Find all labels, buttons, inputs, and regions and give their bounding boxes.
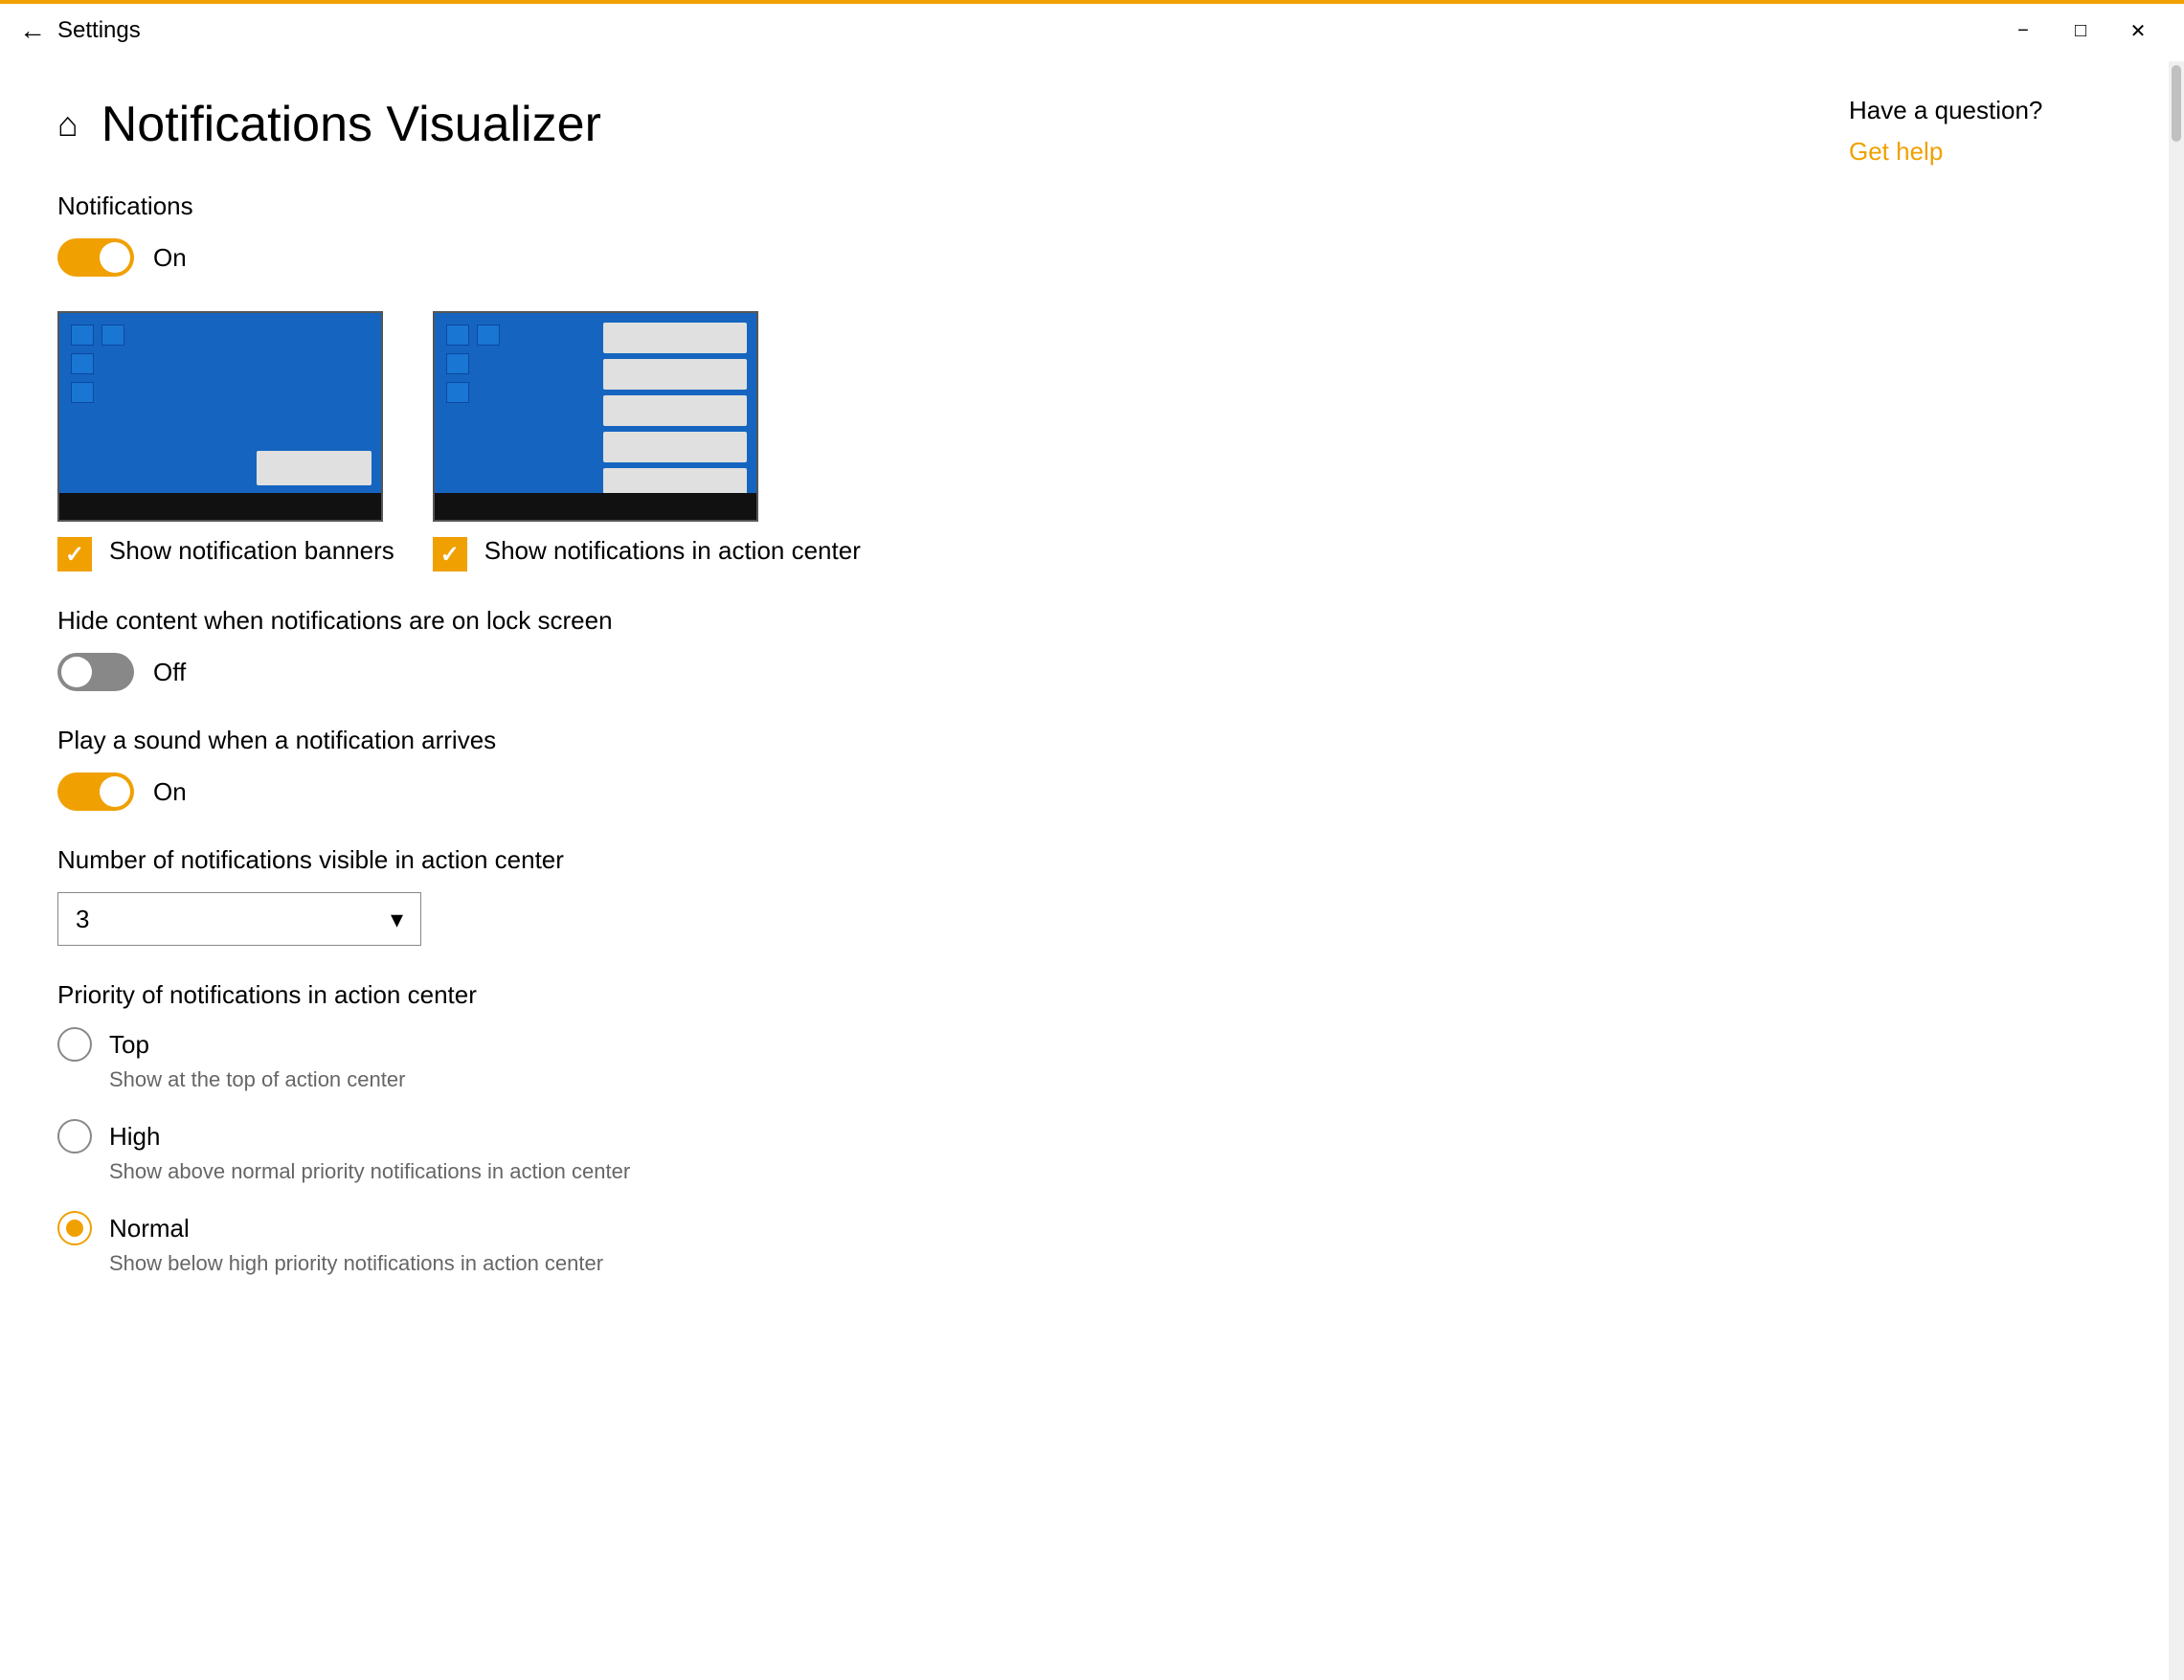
notifications-toggle[interactable] [57,238,134,277]
notifications-toggle-row: On [57,238,1763,277]
show-action-center-label: Show notifications in action center [484,535,861,568]
get-help-link[interactable]: Get help [1849,137,1943,166]
hide-content-toggle-row: Off [57,653,1763,691]
titlebar: ← Settings − □ ✕ [0,0,2184,57]
notifications-toggle-label: On [153,243,187,273]
thumb-banner-2 [603,359,747,390]
priority-high-row: High [57,1119,1763,1154]
sidebar-question: Have a question? [1849,96,2155,125]
priority-top-item: Top Show at the top of action center [57,1027,1763,1092]
thumb-taskbar-2 [435,493,756,520]
thumb-banners-stack [603,323,747,499]
thumb-icons-1 [71,325,124,403]
show-banners-checkbox[interactable]: ✓ [57,537,92,571]
number-visible-dropdown[interactable]: 3 ▾ [57,892,421,946]
thumb-banner-3 [603,395,747,426]
priority-radio-group: Top Show at the top of action center Hig… [57,1027,1763,1276]
priority-normal-radio[interactable] [57,1211,92,1245]
thumbnail-action-preview [433,311,758,522]
number-visible-label: Number of notifications visible in actio… [57,845,1763,875]
dropdown-value: 3 [76,905,89,934]
main-layout: ⌂ Notifications Visualizer Notifications… [0,57,2184,1676]
priority-top-radio[interactable] [57,1027,92,1062]
notifications-section: Notifications On [57,191,1763,277]
titlebar-left: ← Settings [19,15,141,46]
play-sound-toggle-knob [100,776,130,807]
minimize-button[interactable]: − [1996,7,2050,55]
hide-content-label: Hide content when notifications are on l… [57,606,1763,636]
chevron-down-icon: ▾ [391,905,403,934]
back-button[interactable]: ← [19,15,46,46]
thumb-taskbar-1 [59,493,381,520]
thumb-banner-1 [603,323,747,353]
thumb-icon [446,325,469,346]
home-icon: ⌂ [57,104,79,145]
play-sound-section: Play a sound when a notification arrives… [57,726,1763,811]
priority-high-item: High Show above normal priority notifica… [57,1119,1763,1184]
priority-normal-row: Normal [57,1211,1763,1245]
thumb-icon [71,325,94,346]
thumbnail-action-item: ✓ Show notifications in action center [433,311,861,571]
notifications-toggle-knob [100,242,130,273]
hide-content-toggle-knob [61,657,92,687]
show-banners-row: ✓ Show notification banners [57,535,394,571]
checkbox-check-icon: ✓ [65,541,84,569]
titlebar-controls: − □ ✕ [1996,7,2165,55]
thumb-icon [101,325,124,346]
show-action-center-checkbox[interactable]: ✓ [433,537,467,571]
hide-content-section: Hide content when notifications are on l… [57,606,1763,691]
priority-high-label: High [109,1122,160,1152]
right-sidebar: Have a question? Get help [1820,57,2184,1676]
play-sound-toggle-label: On [153,777,187,807]
thumbnail-banner-item: ✓ Show notification banners [57,311,394,571]
play-sound-toggle-row: On [57,773,1763,811]
hide-content-toggle[interactable] [57,653,134,691]
thumb-icon [477,325,500,346]
priority-top-desc: Show at the top of action center [109,1067,1763,1092]
page-title: Notifications Visualizer [101,96,601,153]
show-banners-label: Show notification banners [109,535,394,568]
priority-normal-desc: Show below high priority notifications i… [109,1251,1763,1276]
priority-high-radio[interactable] [57,1119,92,1154]
maximize-button[interactable]: □ [2054,7,2107,55]
thumb-icon [71,353,94,374]
checkbox-check-icon-2: ✓ [440,541,460,569]
content-area: ⌂ Notifications Visualizer Notifications… [0,57,1820,1676]
priority-label: Priority of notifications in action cent… [57,980,1763,1010]
priority-high-desc: Show above normal priority notifications… [109,1159,1763,1184]
play-sound-label: Play a sound when a notification arrives [57,726,1763,755]
play-sound-toggle[interactable] [57,773,134,811]
thumb-banner-4 [603,432,747,462]
scrollbar[interactable] [2169,61,2184,1680]
show-action-center-row: ✓ Show notifications in action center [433,535,861,571]
page-header: ⌂ Notifications Visualizer [57,96,1763,153]
thumb-single-banner [257,451,372,485]
thumbnails-container: ✓ Show notification banners [57,311,1763,571]
thumb-icon [71,382,94,403]
priority-normal-label: Normal [109,1214,190,1243]
notifications-label: Notifications [57,191,1763,221]
number-visible-section: Number of notifications visible in actio… [57,845,1763,946]
priority-top-row: Top [57,1027,1763,1062]
scrollbar-thumb[interactable] [2172,65,2181,142]
thumb-icon [446,353,469,374]
thumb-icon [446,382,469,403]
priority-section: Priority of notifications in action cent… [57,980,1763,1276]
priority-top-label: Top [109,1030,149,1060]
thumbnail-banner-preview [57,311,383,522]
thumb-icons-2 [446,325,500,403]
hide-content-toggle-label: Off [153,658,186,687]
close-button[interactable]: ✕ [2111,7,2165,55]
titlebar-title: Settings [57,17,141,44]
priority-normal-item: Normal Show below high priority notifica… [57,1211,1763,1276]
